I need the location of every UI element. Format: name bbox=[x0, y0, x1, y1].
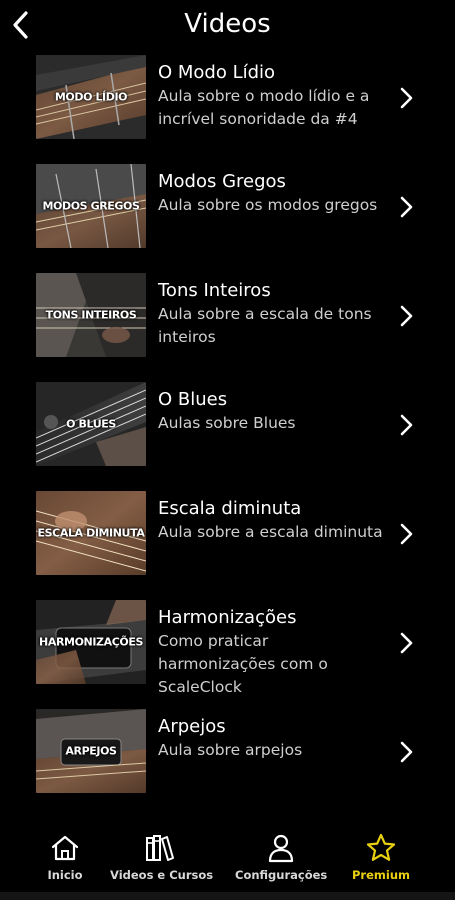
video-title: O Blues bbox=[158, 389, 228, 410]
tab-label: Videos e Cursos bbox=[110, 868, 214, 882]
video-description: Aula sobre a escala diminuta bbox=[158, 523, 383, 541]
video-description: Como praticar harmonizações com o ScaleC… bbox=[158, 632, 328, 696]
video-description: Aula sobre arpejos bbox=[158, 741, 303, 759]
tab-label: Configurações bbox=[235, 868, 328, 882]
tab-label: Inicio bbox=[47, 868, 83, 882]
books-icon bbox=[146, 835, 174, 861]
bottom-divider bbox=[0, 892, 455, 900]
video-list: MODO LÍDIO O Modo Lídio Aula sobre o mod… bbox=[0, 55, 455, 818]
video-title: Tons Inteiros bbox=[158, 280, 271, 301]
thumbnail-label: ARPEJOS bbox=[65, 744, 117, 758]
thumbnail-label: HARMONIZAÇÕES bbox=[39, 635, 143, 649]
chevron-right-icon bbox=[397, 303, 415, 329]
chevron-right-icon bbox=[397, 412, 415, 438]
video-item-o-blues[interactable]: O BLUES O Blues Aulas sobre Blues bbox=[0, 382, 455, 491]
video-title: O Modo Lídio bbox=[158, 62, 276, 83]
video-item-tons-inteiros[interactable]: TONS INTEIROS Tons Inteiros Aula sobre a… bbox=[0, 273, 455, 382]
thumbnail-label: MODO LÍDIO bbox=[54, 90, 128, 104]
video-item-escala-diminuta[interactable]: ESCALA DIMINUTA Escala diminuta Aula sob… bbox=[0, 491, 455, 600]
thumbnail-label: O BLUES bbox=[66, 417, 116, 431]
video-description: Aula sobre a escala de tons inteiros bbox=[158, 305, 372, 346]
video-thumbnail: ESCALA DIMINUTA bbox=[36, 491, 146, 575]
video-description: Aulas sobre Blues bbox=[158, 414, 296, 432]
video-thumbnail: O BLUES bbox=[36, 382, 146, 466]
thumbnail-label: TONS INTEIROS bbox=[45, 308, 137, 322]
bottom-tab-bar: Inicio Videos e Cursos Configurações Pre… bbox=[0, 828, 455, 900]
video-thumbnail: ARPEJOS bbox=[36, 709, 146, 793]
video-thumbnail: MODO LÍDIO bbox=[36, 55, 146, 139]
chevron-right-icon bbox=[397, 85, 415, 111]
user-icon bbox=[268, 834, 294, 863]
thumbnail-label: MODOS GREGOS bbox=[42, 199, 140, 213]
video-item-modo-lidio[interactable]: MODO LÍDIO O Modo Lídio Aula sobre o mod… bbox=[0, 55, 455, 164]
video-thumbnail: MODOS GREGOS bbox=[36, 164, 146, 248]
video-thumbnail: TONS INTEIROS bbox=[36, 273, 146, 357]
video-item-arpejos[interactable]: ARPEJOS Arpejos Aula sobre arpejos bbox=[0, 709, 455, 818]
page-title: Videos bbox=[184, 9, 271, 39]
chevron-right-icon bbox=[397, 739, 415, 765]
video-thumbnail: HARMONIZAÇÕES bbox=[36, 600, 146, 684]
tab-inicio[interactable]: Inicio bbox=[40, 828, 90, 890]
home-icon bbox=[51, 835, 79, 861]
star-icon bbox=[366, 833, 396, 861]
video-title: Escala diminuta bbox=[158, 498, 302, 519]
chevron-right-icon bbox=[397, 630, 415, 656]
tab-configuracoes[interactable]: Configurações bbox=[235, 828, 327, 890]
tab-label: Premium bbox=[352, 868, 410, 882]
chevron-right-icon bbox=[397, 521, 415, 547]
thumbnail-label: ESCALA DIMINUTA bbox=[37, 526, 145, 540]
video-item-harmonizacoes[interactable]: HARMONIZAÇÕES Harmonizações Como pratica… bbox=[0, 600, 455, 709]
tab-videos-e-cursos[interactable]: Videos e Cursos bbox=[110, 828, 214, 890]
tab-premium[interactable]: Premium bbox=[352, 828, 410, 890]
video-title: Harmonizações bbox=[158, 607, 297, 628]
video-title: Arpejos bbox=[158, 716, 226, 737]
chevron-right-icon bbox=[397, 194, 415, 220]
video-title: Modos Gregos bbox=[158, 171, 286, 192]
header: Videos bbox=[0, 0, 455, 52]
video-description: Aula sobre o modo lídio e a incrível son… bbox=[158, 87, 370, 128]
video-item-modos-gregos[interactable]: MODOS GREGOS Modos Gregos Aula sobre os … bbox=[0, 164, 455, 273]
video-description: Aula sobre os modos gregos bbox=[158, 196, 378, 214]
